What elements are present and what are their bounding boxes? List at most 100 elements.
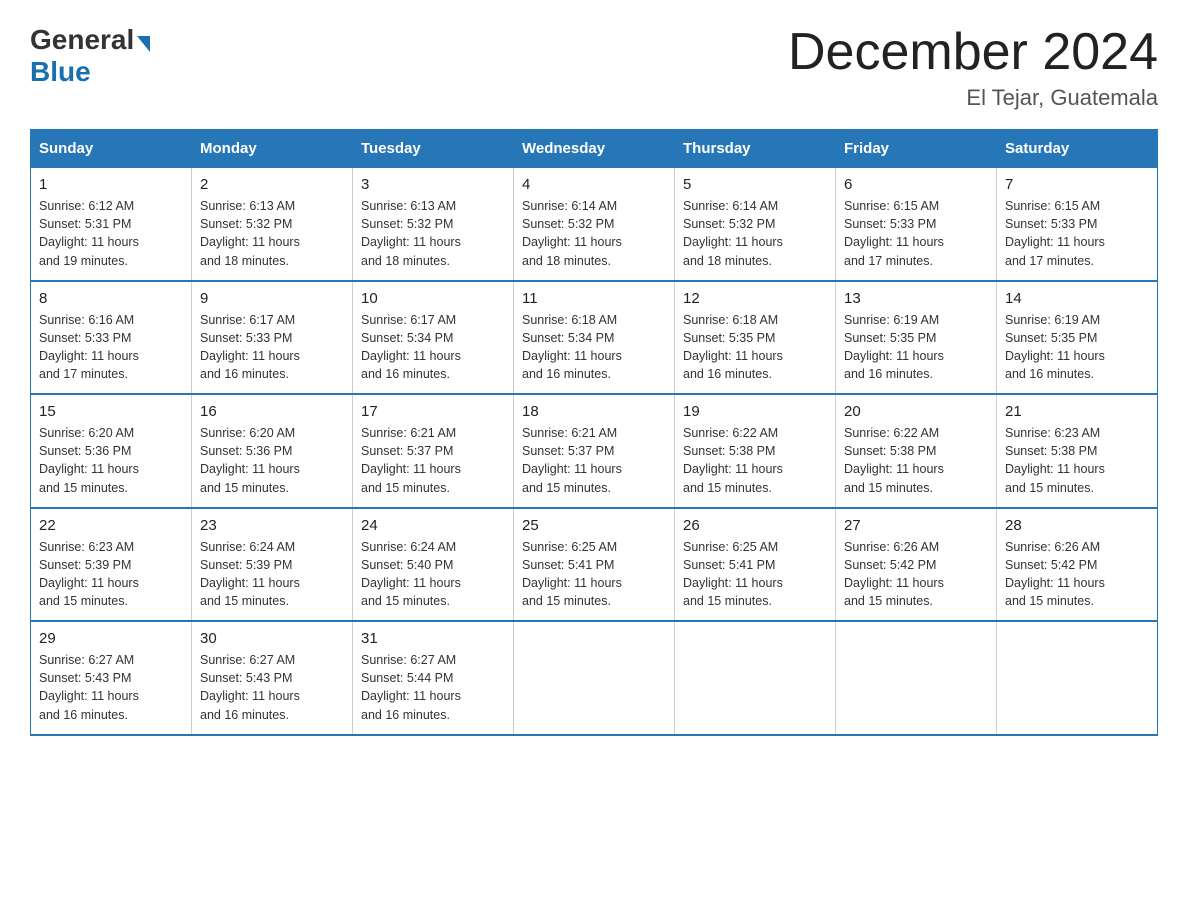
day-number: 9 [200, 290, 344, 307]
day-info: Sunrise: 6:14 AM Sunset: 5:32 PM Dayligh… [522, 197, 666, 270]
header-monday: Monday [192, 130, 353, 168]
calendar-cell-week4-day1: 23 Sunrise: 6:24 AM Sunset: 5:39 PM Dayl… [192, 508, 353, 622]
calendar-cell-week2-day6: 14 Sunrise: 6:19 AM Sunset: 5:35 PM Dayl… [997, 281, 1158, 395]
calendar-header-row: Sunday Monday Tuesday Wednesday Thursday… [31, 130, 1158, 168]
calendar-cell-week3-day5: 20 Sunrise: 6:22 AM Sunset: 5:38 PM Dayl… [836, 394, 997, 508]
calendar-week-row-4: 22 Sunrise: 6:23 AM Sunset: 5:39 PM Dayl… [31, 508, 1158, 622]
day-info: Sunrise: 6:24 AM Sunset: 5:40 PM Dayligh… [361, 538, 505, 611]
day-info: Sunrise: 6:21 AM Sunset: 5:37 PM Dayligh… [522, 424, 666, 497]
day-info: Sunrise: 6:17 AM Sunset: 5:33 PM Dayligh… [200, 311, 344, 384]
calendar-cell-week2-day4: 12 Sunrise: 6:18 AM Sunset: 5:35 PM Dayl… [675, 281, 836, 395]
calendar-cell-week3-day6: 21 Sunrise: 6:23 AM Sunset: 5:38 PM Dayl… [997, 394, 1158, 508]
day-info: Sunrise: 6:23 AM Sunset: 5:38 PM Dayligh… [1005, 424, 1149, 497]
day-info: Sunrise: 6:13 AM Sunset: 5:32 PM Dayligh… [200, 197, 344, 270]
day-info: Sunrise: 6:22 AM Sunset: 5:38 PM Dayligh… [844, 424, 988, 497]
day-number: 8 [39, 290, 183, 307]
calendar-cell-week5-day5 [836, 621, 997, 735]
calendar-week-row-1: 1 Sunrise: 6:12 AM Sunset: 5:31 PM Dayli… [31, 168, 1158, 281]
day-number: 7 [1005, 176, 1149, 193]
calendar-cell-week5-day6 [997, 621, 1158, 735]
day-number: 5 [683, 176, 827, 193]
calendar-cell-week2-day2: 10 Sunrise: 6:17 AM Sunset: 5:34 PM Dayl… [353, 281, 514, 395]
calendar-cell-week1-day1: 2 Sunrise: 6:13 AM Sunset: 5:32 PM Dayli… [192, 168, 353, 281]
day-info: Sunrise: 6:15 AM Sunset: 5:33 PM Dayligh… [844, 197, 988, 270]
day-number: 23 [200, 517, 344, 534]
day-info: Sunrise: 6:26 AM Sunset: 5:42 PM Dayligh… [1005, 538, 1149, 611]
day-number: 20 [844, 403, 988, 420]
day-info: Sunrise: 6:16 AM Sunset: 5:33 PM Dayligh… [39, 311, 183, 384]
calendar-cell-week1-day6: 7 Sunrise: 6:15 AM Sunset: 5:33 PM Dayli… [997, 168, 1158, 281]
month-year-title: December 2024 [788, 24, 1158, 81]
header-thursday: Thursday [675, 130, 836, 168]
day-info: Sunrise: 6:27 AM Sunset: 5:43 PM Dayligh… [200, 651, 344, 724]
calendar-cell-week4-day3: 25 Sunrise: 6:25 AM Sunset: 5:41 PM Dayl… [514, 508, 675, 622]
calendar-cell-week1-day4: 5 Sunrise: 6:14 AM Sunset: 5:32 PM Dayli… [675, 168, 836, 281]
location-subtitle: El Tejar, Guatemala [788, 85, 1158, 111]
day-info: Sunrise: 6:12 AM Sunset: 5:31 PM Dayligh… [39, 197, 183, 270]
calendar-cell-week3-day3: 18 Sunrise: 6:21 AM Sunset: 5:37 PM Dayl… [514, 394, 675, 508]
day-number: 19 [683, 403, 827, 420]
header-saturday: Saturday [997, 130, 1158, 168]
calendar-cell-week4-day0: 22 Sunrise: 6:23 AM Sunset: 5:39 PM Dayl… [31, 508, 192, 622]
day-number: 11 [522, 290, 666, 307]
day-number: 6 [844, 176, 988, 193]
day-info: Sunrise: 6:23 AM Sunset: 5:39 PM Dayligh… [39, 538, 183, 611]
calendar-cell-week5-day0: 29 Sunrise: 6:27 AM Sunset: 5:43 PM Dayl… [31, 621, 192, 735]
day-number: 27 [844, 517, 988, 534]
day-number: 3 [361, 176, 505, 193]
logo-arrow-icon [137, 36, 150, 52]
calendar-cell-week3-day4: 19 Sunrise: 6:22 AM Sunset: 5:38 PM Dayl… [675, 394, 836, 508]
day-info: Sunrise: 6:20 AM Sunset: 5:36 PM Dayligh… [200, 424, 344, 497]
calendar-cell-week2-day5: 13 Sunrise: 6:19 AM Sunset: 5:35 PM Dayl… [836, 281, 997, 395]
day-number: 31 [361, 630, 505, 647]
day-info: Sunrise: 6:20 AM Sunset: 5:36 PM Dayligh… [39, 424, 183, 497]
calendar-cell-week1-day5: 6 Sunrise: 6:15 AM Sunset: 5:33 PM Dayli… [836, 168, 997, 281]
page-header: General Blue December 2024 El Tejar, Gua… [30, 24, 1158, 111]
calendar-cell-week3-day0: 15 Sunrise: 6:20 AM Sunset: 5:36 PM Dayl… [31, 394, 192, 508]
day-number: 1 [39, 176, 183, 193]
logo-general-text: General [30, 24, 134, 56]
day-info: Sunrise: 6:13 AM Sunset: 5:32 PM Dayligh… [361, 197, 505, 270]
calendar-cell-week4-day6: 28 Sunrise: 6:26 AM Sunset: 5:42 PM Dayl… [997, 508, 1158, 622]
day-info: Sunrise: 6:19 AM Sunset: 5:35 PM Dayligh… [844, 311, 988, 384]
day-info: Sunrise: 6:21 AM Sunset: 5:37 PM Dayligh… [361, 424, 505, 497]
title-section: December 2024 El Tejar, Guatemala [788, 24, 1158, 111]
calendar-cell-week1-day0: 1 Sunrise: 6:12 AM Sunset: 5:31 PM Dayli… [31, 168, 192, 281]
day-info: Sunrise: 6:22 AM Sunset: 5:38 PM Dayligh… [683, 424, 827, 497]
calendar-week-row-2: 8 Sunrise: 6:16 AM Sunset: 5:33 PM Dayli… [31, 281, 1158, 395]
calendar-cell-week2-day3: 11 Sunrise: 6:18 AM Sunset: 5:34 PM Dayl… [514, 281, 675, 395]
day-info: Sunrise: 6:27 AM Sunset: 5:44 PM Dayligh… [361, 651, 505, 724]
day-info: Sunrise: 6:24 AM Sunset: 5:39 PM Dayligh… [200, 538, 344, 611]
day-info: Sunrise: 6:25 AM Sunset: 5:41 PM Dayligh… [522, 538, 666, 611]
day-number: 14 [1005, 290, 1149, 307]
calendar-cell-week2-day1: 9 Sunrise: 6:17 AM Sunset: 5:33 PM Dayli… [192, 281, 353, 395]
day-number: 16 [200, 403, 344, 420]
calendar-cell-week5-day4 [675, 621, 836, 735]
calendar-week-row-3: 15 Sunrise: 6:20 AM Sunset: 5:36 PM Dayl… [31, 394, 1158, 508]
day-info: Sunrise: 6:19 AM Sunset: 5:35 PM Dayligh… [1005, 311, 1149, 384]
day-number: 10 [361, 290, 505, 307]
calendar-cell-week2-day0: 8 Sunrise: 6:16 AM Sunset: 5:33 PM Dayli… [31, 281, 192, 395]
day-info: Sunrise: 6:18 AM Sunset: 5:34 PM Dayligh… [522, 311, 666, 384]
calendar-cell-week5-day1: 30 Sunrise: 6:27 AM Sunset: 5:43 PM Dayl… [192, 621, 353, 735]
calendar-cell-week1-day2: 3 Sunrise: 6:13 AM Sunset: 5:32 PM Dayli… [353, 168, 514, 281]
day-number: 29 [39, 630, 183, 647]
calendar-cell-week4-day2: 24 Sunrise: 6:24 AM Sunset: 5:40 PM Dayl… [353, 508, 514, 622]
header-wednesday: Wednesday [514, 130, 675, 168]
calendar-table: Sunday Monday Tuesday Wednesday Thursday… [30, 129, 1158, 736]
day-info: Sunrise: 6:17 AM Sunset: 5:34 PM Dayligh… [361, 311, 505, 384]
day-number: 4 [522, 176, 666, 193]
day-info: Sunrise: 6:15 AM Sunset: 5:33 PM Dayligh… [1005, 197, 1149, 270]
day-number: 2 [200, 176, 344, 193]
day-info: Sunrise: 6:14 AM Sunset: 5:32 PM Dayligh… [683, 197, 827, 270]
calendar-cell-week4-day4: 26 Sunrise: 6:25 AM Sunset: 5:41 PM Dayl… [675, 508, 836, 622]
calendar-cell-week4-day5: 27 Sunrise: 6:26 AM Sunset: 5:42 PM Dayl… [836, 508, 997, 622]
calendar-cell-week1-day3: 4 Sunrise: 6:14 AM Sunset: 5:32 PM Dayli… [514, 168, 675, 281]
day-number: 26 [683, 517, 827, 534]
day-number: 24 [361, 517, 505, 534]
calendar-cell-week3-day1: 16 Sunrise: 6:20 AM Sunset: 5:36 PM Dayl… [192, 394, 353, 508]
day-number: 15 [39, 403, 183, 420]
day-number: 21 [1005, 403, 1149, 420]
logo: General Blue [30, 24, 150, 88]
logo-blue-text: Blue [30, 56, 91, 87]
